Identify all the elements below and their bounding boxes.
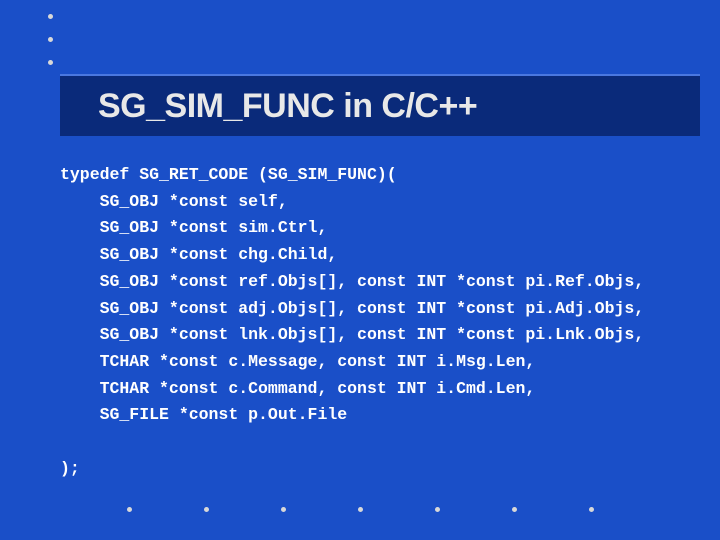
- title-bar: SG_SIM_FUNC in C/C++: [60, 74, 700, 136]
- code-line: SG_OBJ *const self,: [60, 192, 288, 211]
- code-line: SG_OBJ *const lnk.Objs[], const INT *con…: [60, 325, 644, 344]
- bullet-dot: [435, 507, 440, 512]
- bullet-dot: [512, 507, 517, 512]
- bullet-dot: [589, 507, 594, 512]
- code-line: TCHAR *const c.Command, const INT i.Cmd.…: [60, 379, 535, 398]
- code-line: SG_FILE *const p.Out.File: [60, 405, 347, 424]
- slide-title: SG_SIM_FUNC in C/C++: [98, 87, 477, 126]
- code-line: SG_OBJ *const sim.Ctrl,: [60, 218, 327, 237]
- bullet-dot: [48, 14, 53, 19]
- code-line: typedef SG_RET_CODE (SG_SIM_FUNC)(: [60, 165, 397, 184]
- top-bullet-list: [48, 14, 53, 83]
- bullet-dot: [281, 507, 286, 512]
- bullet-dot: [204, 507, 209, 512]
- bullet-dot: [48, 37, 53, 42]
- bullet-dot: [48, 60, 53, 65]
- code-line: SG_OBJ *const chg.Child,: [60, 245, 337, 264]
- bullet-dot: [358, 507, 363, 512]
- code-line: TCHAR *const c.Message, const INT i.Msg.…: [60, 352, 535, 371]
- code-block: typedef SG_RET_CODE (SG_SIM_FUNC)( SG_OB…: [60, 162, 700, 483]
- code-line: );: [60, 459, 80, 478]
- code-line: SG_OBJ *const ref.Objs[], const INT *con…: [60, 272, 644, 291]
- code-line: SG_OBJ *const adj.Objs[], const INT *con…: [60, 299, 644, 318]
- bottom-bullet-row: [0, 507, 720, 512]
- bullet-dot: [127, 507, 132, 512]
